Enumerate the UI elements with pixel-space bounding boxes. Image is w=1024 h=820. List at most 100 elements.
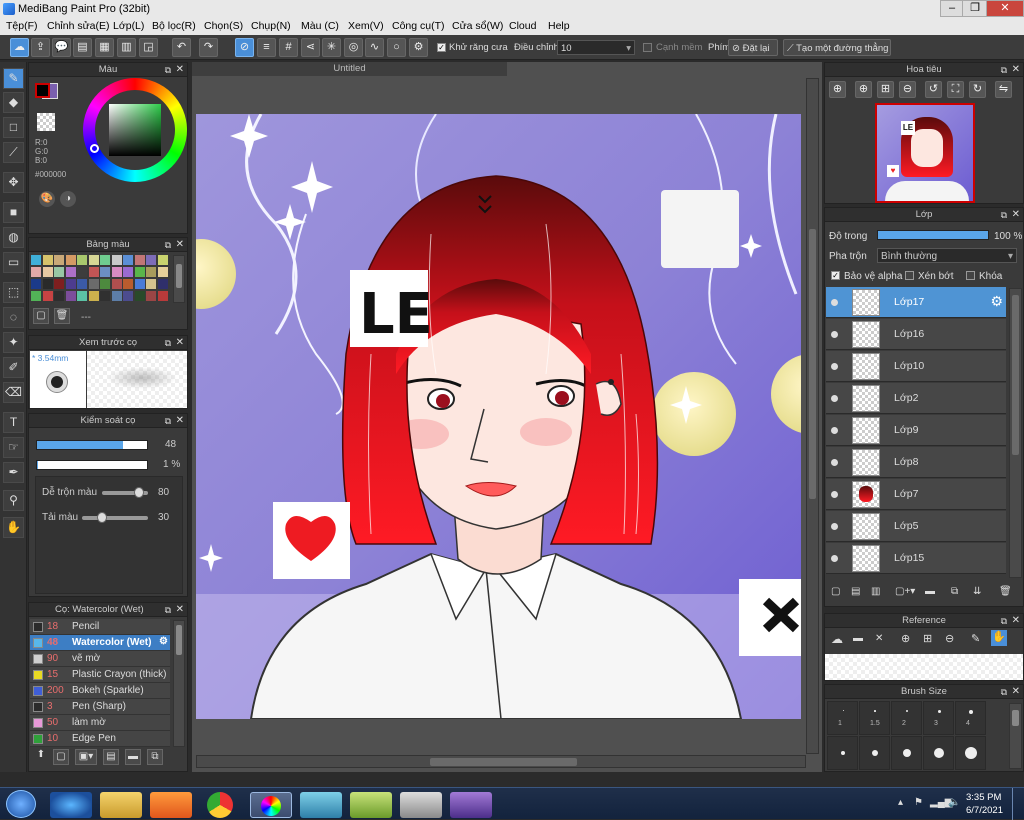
canvas-horizontal-scrollbar[interactable] bbox=[196, 755, 806, 768]
undo-icon[interactable]: ↶ bbox=[172, 38, 191, 57]
palette-swatch[interactable] bbox=[42, 279, 53, 289]
cloud-icon[interactable]: ☁ bbox=[10, 38, 29, 57]
palette-swatch[interactable] bbox=[134, 255, 145, 265]
visibility-eye-icon[interactable] bbox=[831, 331, 838, 338]
rotate-right-icon[interactable]: ↻ bbox=[969, 81, 986, 98]
no-snap-icon[interactable]: ⊘ bbox=[235, 38, 254, 57]
soft-edge-checkbox[interactable] bbox=[643, 43, 652, 52]
saturation-square[interactable] bbox=[109, 104, 161, 156]
perspective-snap-icon[interactable]: ⋖ bbox=[301, 38, 320, 57]
palette-swatch[interactable] bbox=[31, 267, 41, 277]
close-icon[interactable]: ✕ bbox=[1012, 63, 1020, 77]
palette-swatch[interactable] bbox=[54, 279, 64, 289]
palette-swatch[interactable] bbox=[54, 267, 64, 277]
menu-cloud[interactable]: Cloud bbox=[509, 20, 536, 32]
brush-tool-icon[interactable]: ✎ bbox=[3, 68, 24, 89]
zoom-in-icon[interactable]: ⊕ bbox=[829, 81, 846, 98]
app-icon[interactable] bbox=[350, 792, 392, 818]
palette-swatch[interactable] bbox=[134, 291, 145, 301]
foreground-color-swatch[interactable] bbox=[35, 83, 50, 98]
minimize-button[interactable]: – bbox=[940, 0, 964, 17]
close-icon[interactable]: ✕ bbox=[1012, 685, 1020, 699]
visibility-eye-icon[interactable] bbox=[831, 427, 838, 434]
visibility-eye-icon[interactable] bbox=[831, 395, 838, 402]
zoom-out-icon[interactable]: ⊖ bbox=[899, 81, 916, 98]
palette-swatch[interactable] bbox=[65, 279, 76, 289]
share-icon[interactable]: ⇪ bbox=[31, 38, 50, 57]
palette-swatch[interactable] bbox=[123, 279, 133, 289]
snipping-tool-icon[interactable] bbox=[300, 792, 342, 818]
pen-tool-icon[interactable]: ✒ bbox=[3, 462, 24, 483]
lasso-tool-icon[interactable]: ◌ bbox=[3, 307, 24, 328]
brush-size-cell[interactable]: 1 bbox=[827, 701, 858, 735]
brush-size-scrollbar[interactable] bbox=[1009, 703, 1022, 769]
explorer-icon[interactable] bbox=[100, 792, 142, 818]
lock-checkbox[interactable] bbox=[966, 271, 975, 280]
eyedropper-tool-icon[interactable]: ⚲ bbox=[3, 490, 24, 511]
hue-wheel[interactable] bbox=[83, 78, 187, 182]
panel-icon[interactable]: ▤ bbox=[73, 38, 92, 57]
menu-tools[interactable]: Công cụ(T) bbox=[392, 20, 445, 32]
palette-swatch[interactable] bbox=[100, 291, 110, 301]
menu-edit[interactable]: Chỉnh sửa(E) bbox=[47, 20, 109, 32]
detach-icon[interactable]: ⧉ bbox=[1001, 685, 1007, 699]
media-player-icon[interactable] bbox=[150, 792, 192, 818]
gradient-tool-icon[interactable]: ▭ bbox=[3, 252, 24, 273]
brush-menu-icon[interactable]: ▣▾ bbox=[75, 749, 97, 765]
duplicate-icon[interactable]: ⧉ bbox=[147, 749, 163, 765]
trash-icon[interactable]: 🗑 bbox=[999, 586, 1012, 597]
palette-swatch[interactable] bbox=[42, 255, 53, 265]
layer-row[interactable]: Lớp2 bbox=[826, 383, 1006, 414]
palette-swatch[interactable] bbox=[54, 255, 64, 265]
medibang-taskbar-icon[interactable] bbox=[250, 792, 292, 818]
clipping-checkbox[interactable] bbox=[905, 271, 914, 280]
layer-row[interactable]: Lớp10 bbox=[826, 351, 1006, 382]
brush-list-scrollbar[interactable] bbox=[173, 620, 185, 747]
mix-slider-knob[interactable] bbox=[133, 487, 144, 498]
palette-swatch[interactable] bbox=[100, 267, 110, 277]
rectangle-tool-icon[interactable]: □ bbox=[3, 117, 24, 138]
redo-icon[interactable]: ↷ bbox=[199, 38, 218, 57]
detach-icon[interactable]: ⧉ bbox=[1001, 614, 1007, 628]
bucket-tool-icon[interactable]: ◍ bbox=[3, 227, 24, 248]
brush-list-item[interactable]: 3 Pen (Sharp) bbox=[30, 699, 170, 715]
add-palette-icon[interactable]: ▢ bbox=[33, 308, 49, 324]
palette-icon[interactable]: 🎨 bbox=[39, 191, 55, 207]
menu-help[interactable]: Help bbox=[548, 20, 570, 32]
detach-icon[interactable]: ⧉ bbox=[1001, 63, 1007, 77]
palette-swatch[interactable] bbox=[134, 279, 145, 289]
paint-icon[interactable] bbox=[400, 792, 442, 818]
eyedropper-icon[interactable]: ✎ bbox=[971, 632, 980, 645]
detach-icon[interactable]: ⧉ bbox=[165, 336, 171, 350]
palette-swatch[interactable] bbox=[65, 291, 76, 301]
grid-snap-icon[interactable]: # bbox=[279, 38, 298, 57]
palette-swatch[interactable] bbox=[100, 279, 110, 289]
palette-swatch[interactable] bbox=[77, 267, 87, 277]
layer-row[interactable]: Lớp17 ⚙ bbox=[826, 287, 1006, 318]
circle-snap-icon[interactable]: ○ bbox=[387, 38, 406, 57]
snap-settings-icon[interactable]: ⚙ bbox=[409, 38, 428, 57]
visibility-eye-icon[interactable] bbox=[831, 523, 838, 530]
layer-row[interactable]: Lớp5 bbox=[826, 511, 1006, 542]
fullscreen-icon[interactable]: ⛶ bbox=[947, 81, 964, 98]
brush-list-item[interactable]: 200 Bokeh (Sparkle) bbox=[30, 683, 170, 699]
layer-scrollbar[interactable] bbox=[1009, 288, 1022, 578]
close-icon[interactable]: ✕ bbox=[1012, 614, 1020, 628]
brush-size-cell[interactable]: 2 bbox=[891, 701, 922, 735]
menu-view[interactable]: Xem(V) bbox=[348, 20, 384, 32]
ie-icon[interactable] bbox=[50, 792, 92, 818]
close-icon[interactable]: ✕ bbox=[875, 633, 883, 644]
palette-swatch[interactable] bbox=[54, 291, 64, 301]
palette-swatch[interactable] bbox=[123, 291, 133, 301]
flag-icon[interactable]: ⚑ bbox=[914, 797, 923, 808]
palette-swatch[interactable] bbox=[123, 255, 133, 265]
brush-add-icon[interactable]: ⬆ bbox=[33, 749, 49, 765]
tray-chevron-icon[interactable]: ▴ bbox=[898, 797, 903, 808]
close-icon[interactable]: ✕ bbox=[176, 238, 184, 252]
menu-snap[interactable]: Chụp(N) bbox=[251, 20, 291, 32]
palette-swatch[interactable] bbox=[42, 267, 53, 277]
duplicate-layer-icon[interactable]: ⧉ bbox=[951, 586, 958, 597]
menu-file[interactable]: Tệp(F) bbox=[6, 20, 38, 32]
transparent-color-swatch[interactable] bbox=[37, 113, 55, 131]
palette-swatch[interactable] bbox=[134, 267, 145, 277]
